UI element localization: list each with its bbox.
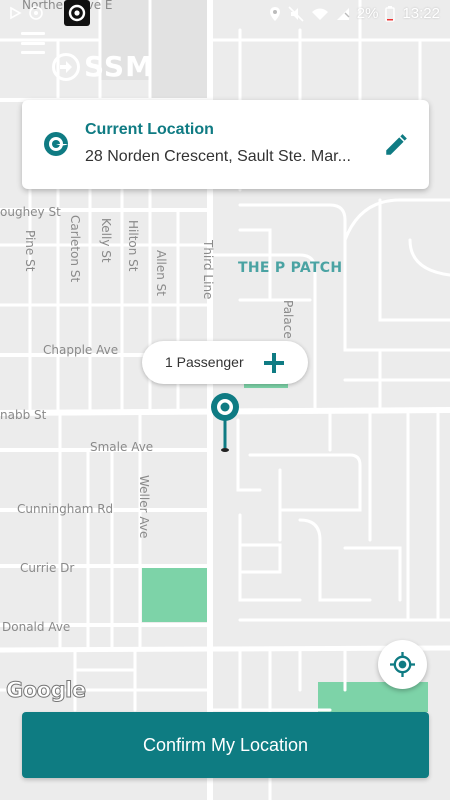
- location-card[interactable]: Current Location 28 Norden Crescent, Sau…: [22, 100, 429, 189]
- street-label: Carleton St: [68, 215, 82, 283]
- map-pin-icon[interactable]: [208, 392, 242, 454]
- street-label: Weller Ave: [137, 475, 151, 539]
- confirm-location-button[interactable]: Confirm My Location: [22, 712, 429, 778]
- park-area: [142, 568, 208, 622]
- pencil-icon[interactable]: [383, 132, 409, 158]
- menu-button[interactable]: [21, 32, 47, 54]
- brand-name: SSM: [84, 50, 154, 83]
- hamburger-icon: [21, 32, 45, 35]
- passenger-count: 1 Passenger: [165, 354, 244, 370]
- battery-icon: [385, 5, 396, 22]
- street-label: Pine St: [23, 230, 37, 272]
- street-label: Smale Ave: [90, 440, 154, 454]
- plus-icon[interactable]: [260, 349, 288, 377]
- passenger-selector[interactable]: 1 Passenger: [142, 341, 308, 384]
- street-label: nabb St: [0, 408, 47, 422]
- play-icon: [10, 6, 22, 20]
- street-label: Third Line: [201, 240, 215, 300]
- target-location-icon: [44, 132, 68, 156]
- street-label: Chapple Ave: [43, 343, 119, 357]
- street-label: oughey St: [0, 205, 61, 219]
- poi-label: THE P PATCH: [238, 260, 343, 276]
- location-title: Current Location: [85, 121, 214, 138]
- street-label: Hilton St: [126, 220, 140, 272]
- street-label: Currie Dr: [20, 561, 75, 575]
- my-location-button[interactable]: [378, 640, 427, 689]
- street-label: Allen St: [154, 250, 168, 297]
- battery-percent: 2%: [356, 5, 379, 22]
- location-icon: [269, 6, 280, 21]
- crosshair-icon: [390, 652, 415, 677]
- brand-logo: SSM: [52, 50, 154, 83]
- street-label: Donald Ave: [2, 620, 71, 634]
- location-address: 28 Norden Crescent, Sault Ste. Mar...: [85, 148, 351, 165]
- street-label: Cunningham Rd: [17, 502, 114, 516]
- wifi-icon: [311, 8, 328, 20]
- arrow-right-icon: [52, 52, 80, 81]
- app-badge-icon: [64, 0, 90, 26]
- mute-icon: [288, 5, 304, 22]
- street-label: Palace: [281, 300, 295, 339]
- google-attribution: Google: [6, 678, 87, 703]
- signal-icon: [336, 7, 350, 20]
- app-notification-icon: [29, 6, 43, 20]
- clock: 13:22: [402, 5, 440, 22]
- street-label: Kelly St: [99, 218, 113, 263]
